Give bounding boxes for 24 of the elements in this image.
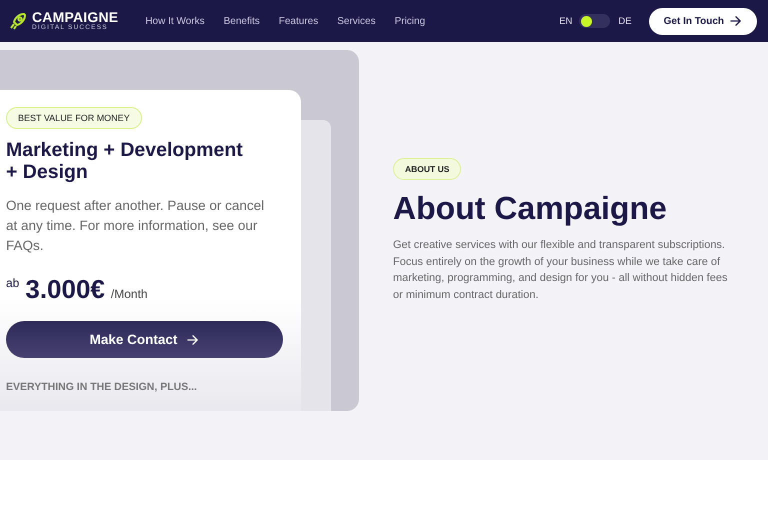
nav-link[interactable]: Services — [337, 16, 376, 26]
price-period: /Month — [110, 287, 148, 301]
price-prefix: ab — [6, 276, 20, 290]
features-heading: EVERYTHING IN THE DESIGN, PLUS... — [6, 381, 197, 393]
nav-link[interactable]: Benefits — [224, 16, 260, 26]
arrow-icon — [730, 16, 742, 26]
language-label[interactable]: DE — [618, 16, 632, 26]
card-description: One request after another. Pause or cancel at any time. For more information, see our FAQs. — [6, 197, 266, 255]
language-toggle[interactable] — [579, 14, 610, 28]
nav-link[interactable]: Pricing — [394, 16, 426, 26]
section-text: Get creative services with our flexible and transparent subscriptions. Focus entirely on the growth of your business while we take care of marketing, programming, and design for you - all without hidden fees or minimum contract duration. — [393, 238, 728, 302]
nav-link[interactable]: Features — [278, 16, 318, 26]
price: 3.000€ — [25, 274, 105, 305]
section-title: About Campaigne — [393, 190, 667, 227]
arrow-icon — [187, 334, 200, 344]
nav-link[interactable]: How It Works — [145, 16, 205, 26]
get-in-touch-button[interactable]: Get In Touch — [648, 8, 757, 34]
badge: ABOUT US — [393, 158, 462, 180]
rocket-icon — [8, 11, 28, 31]
language-label[interactable]: EN — [559, 16, 572, 26]
make-contact-button[interactable]: Make Contact — [6, 321, 283, 358]
logo-name[interactable]: CAMPAIGNE — [32, 10, 118, 24]
badge: BEST VALUE FOR MONEY — [6, 107, 142, 129]
card-title: Marketing + Development + Design — [6, 139, 244, 183]
